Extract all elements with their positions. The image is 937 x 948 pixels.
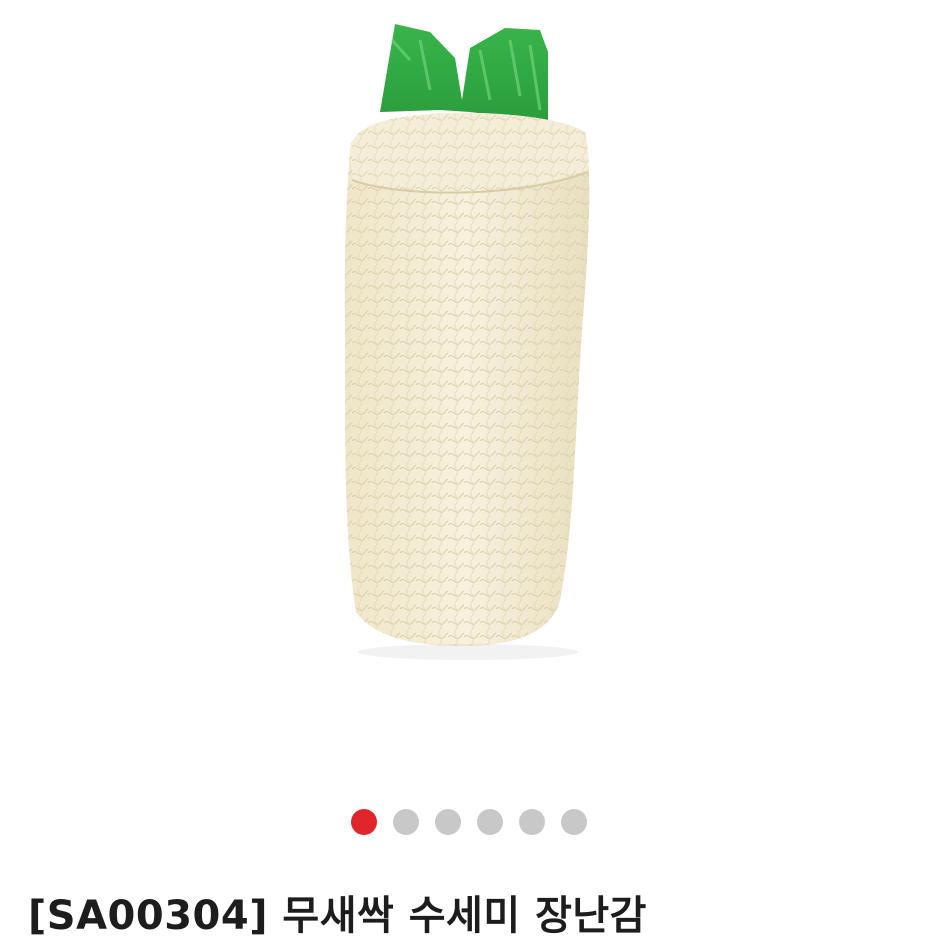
leaf-top [380,24,548,122]
carousel-indicator [0,808,937,836]
product-image [344,24,590,660]
product-image-gallery[interactable] [0,0,937,790]
carousel-dot[interactable] [476,809,503,835]
carousel-dot[interactable] [560,809,587,835]
carousel-dot-active[interactable] [350,809,377,835]
loofah-body [344,112,590,660]
product-title: [SA00304] 무새싹 수세미 장난감 [28,893,647,939]
carousel-dot[interactable] [392,809,419,835]
carousel-dot[interactable] [518,809,545,835]
carousel-dot[interactable] [434,809,461,835]
